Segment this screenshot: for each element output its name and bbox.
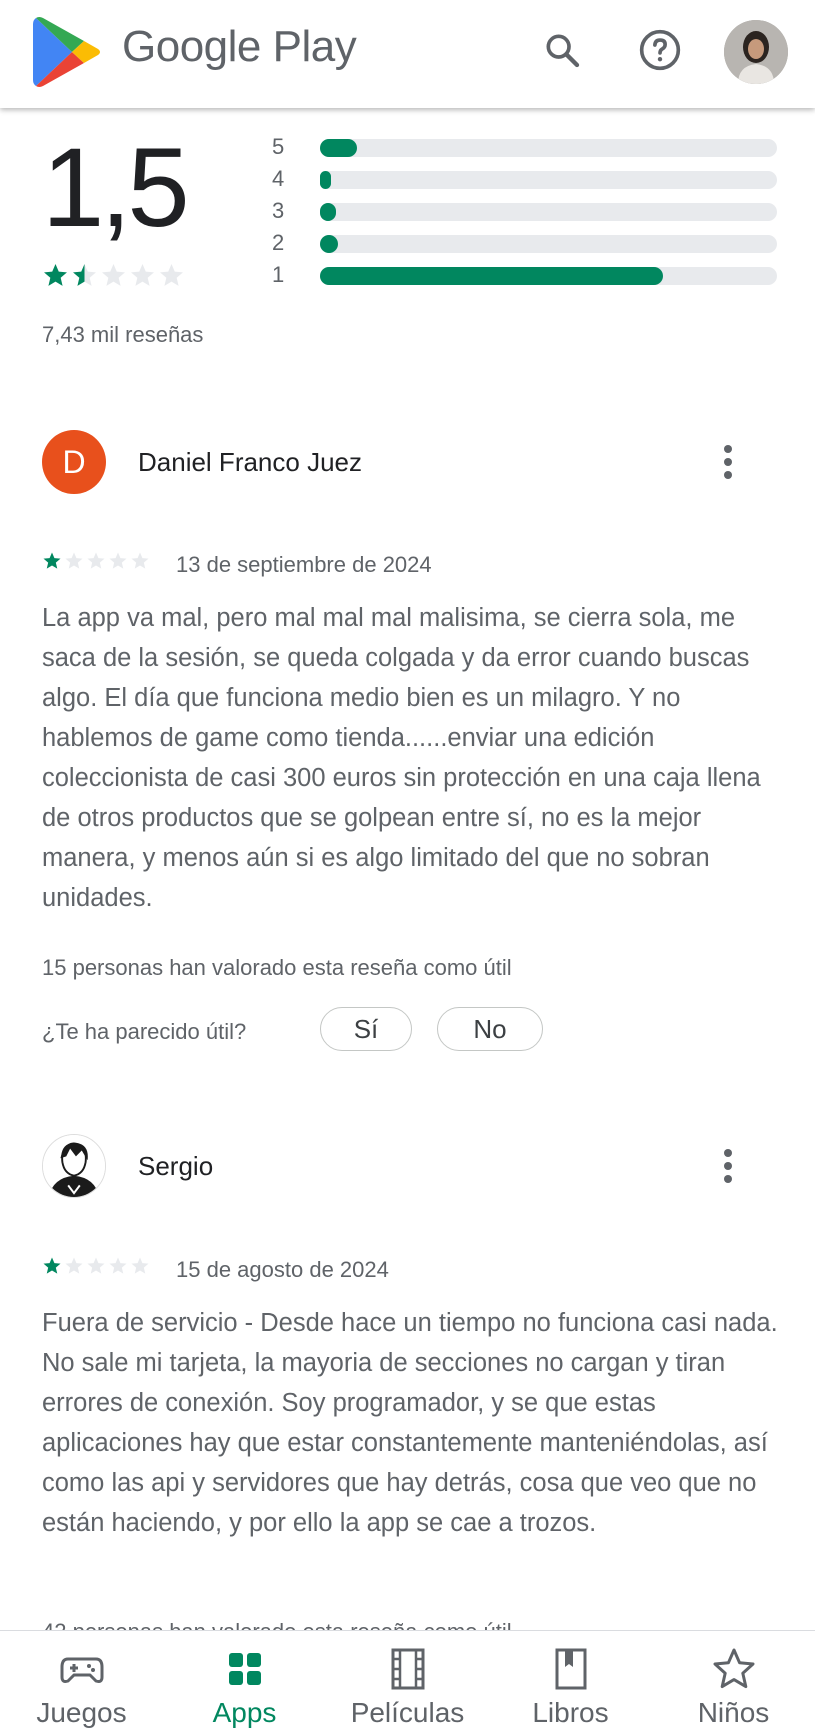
google-play-logo-icon[interactable] — [32, 14, 104, 90]
avatar-initial: D — [62, 443, 86, 480]
star-icon — [109, 552, 127, 569]
app-title[interactable]: Google Play — [122, 22, 357, 72]
review-stars — [42, 1256, 150, 1276]
nav-label: Apps — [212, 1697, 277, 1728]
star-icon — [131, 1257, 149, 1274]
helpful-no-button[interactable]: No — [437, 1007, 543, 1051]
star-icon — [65, 552, 83, 569]
account-avatar[interactable] — [724, 20, 788, 84]
review-date: 13 de septiembre de 2024 — [176, 552, 432, 577]
nav-item-ninos[interactable]: Niños — [652, 1631, 815, 1734]
star-icon — [43, 552, 61, 569]
review-stars — [42, 551, 150, 571]
star-icon — [44, 264, 67, 286]
histogram-track — [320, 203, 777, 221]
star-icon — [131, 552, 149, 569]
average-rating: 1,5 — [42, 125, 190, 250]
histogram-track — [320, 171, 777, 189]
histogram-track — [320, 267, 777, 285]
nav-item-apps[interactable]: Apps — [163, 1631, 326, 1734]
avatar: D — [42, 430, 106, 494]
histogram-label: 1 — [272, 262, 285, 287]
histogram-bar — [320, 171, 332, 189]
app-header: Google Play — [0, 0, 815, 108]
histogram-row: 3 — [272, 198, 777, 223]
star-icon — [160, 264, 183, 286]
histogram-track — [320, 139, 777, 157]
review-author: Daniel Franco Juez — [138, 447, 362, 477]
review-date: 15 de agosto de 2024 — [176, 1257, 389, 1282]
histogram-label: 4 — [272, 166, 285, 191]
histogram-bar — [320, 203, 337, 221]
star-outline-icon — [713, 1648, 754, 1689]
histogram-row: 2 — [272, 230, 777, 255]
more-options-icon[interactable] — [710, 437, 746, 487]
histogram-bar — [320, 267, 663, 285]
gamepad-icon — [60, 1657, 103, 1683]
helpful-yes-button[interactable]: Sí — [320, 1007, 412, 1051]
star-icon — [43, 1257, 61, 1274]
help-icon[interactable] — [634, 24, 686, 76]
apps-icon — [228, 1653, 261, 1685]
histogram-row: 4 — [272, 166, 777, 191]
nav-item-libros[interactable]: Libros — [489, 1631, 652, 1734]
helpful-count: 15 personas han valorado esta reseña com… — [42, 955, 512, 980]
histogram-row: 5 — [272, 134, 777, 159]
star-icon — [109, 1257, 127, 1274]
bottom-navigation: Juegos Apps Películas Libros Niños — [0, 1630, 815, 1734]
nav-label: Juegos — [36, 1697, 127, 1728]
more-options-icon[interactable] — [710, 1141, 746, 1191]
avatar-illustration — [43, 1135, 105, 1197]
nav-item-juegos[interactable]: Juegos — [0, 1631, 163, 1734]
histogram-bar — [320, 139, 357, 157]
nav-item-peliculas[interactable]: Películas — [326, 1631, 489, 1734]
histogram-bar — [320, 235, 339, 253]
nav-label: Libros — [532, 1697, 609, 1728]
nav-label: Niños — [697, 1697, 770, 1728]
search-icon[interactable] — [536, 24, 588, 76]
helpful-question: ¿Te ha parecido útil? — [42, 1019, 247, 1044]
nav-label: Películas — [350, 1697, 465, 1728]
histogram-label: 2 — [272, 230, 285, 255]
histogram-label: 3 — [272, 198, 285, 223]
review-text: Fuera de servicio - Desde hace un tiempo… — [42, 1309, 778, 1537]
star-icon — [73, 264, 96, 286]
film-icon — [391, 1648, 424, 1690]
book-icon — [555, 1648, 586, 1690]
star-icon — [87, 552, 105, 569]
star-icon — [102, 264, 125, 286]
histogram-track — [320, 235, 777, 253]
review-author: Sergio — [138, 1151, 214, 1181]
review-text: La app va mal, pero mal mal mal malisima… — [42, 604, 761, 912]
star-icon — [131, 264, 154, 286]
avatar — [42, 1134, 106, 1198]
histogram-row: 1 — [272, 262, 777, 287]
star-icon — [65, 1257, 83, 1274]
summary-stars — [42, 262, 185, 289]
star-icon — [87, 1257, 105, 1274]
histogram-label: 5 — [272, 134, 285, 159]
reviews-count: 7,43 mil reseñas — [42, 322, 204, 347]
